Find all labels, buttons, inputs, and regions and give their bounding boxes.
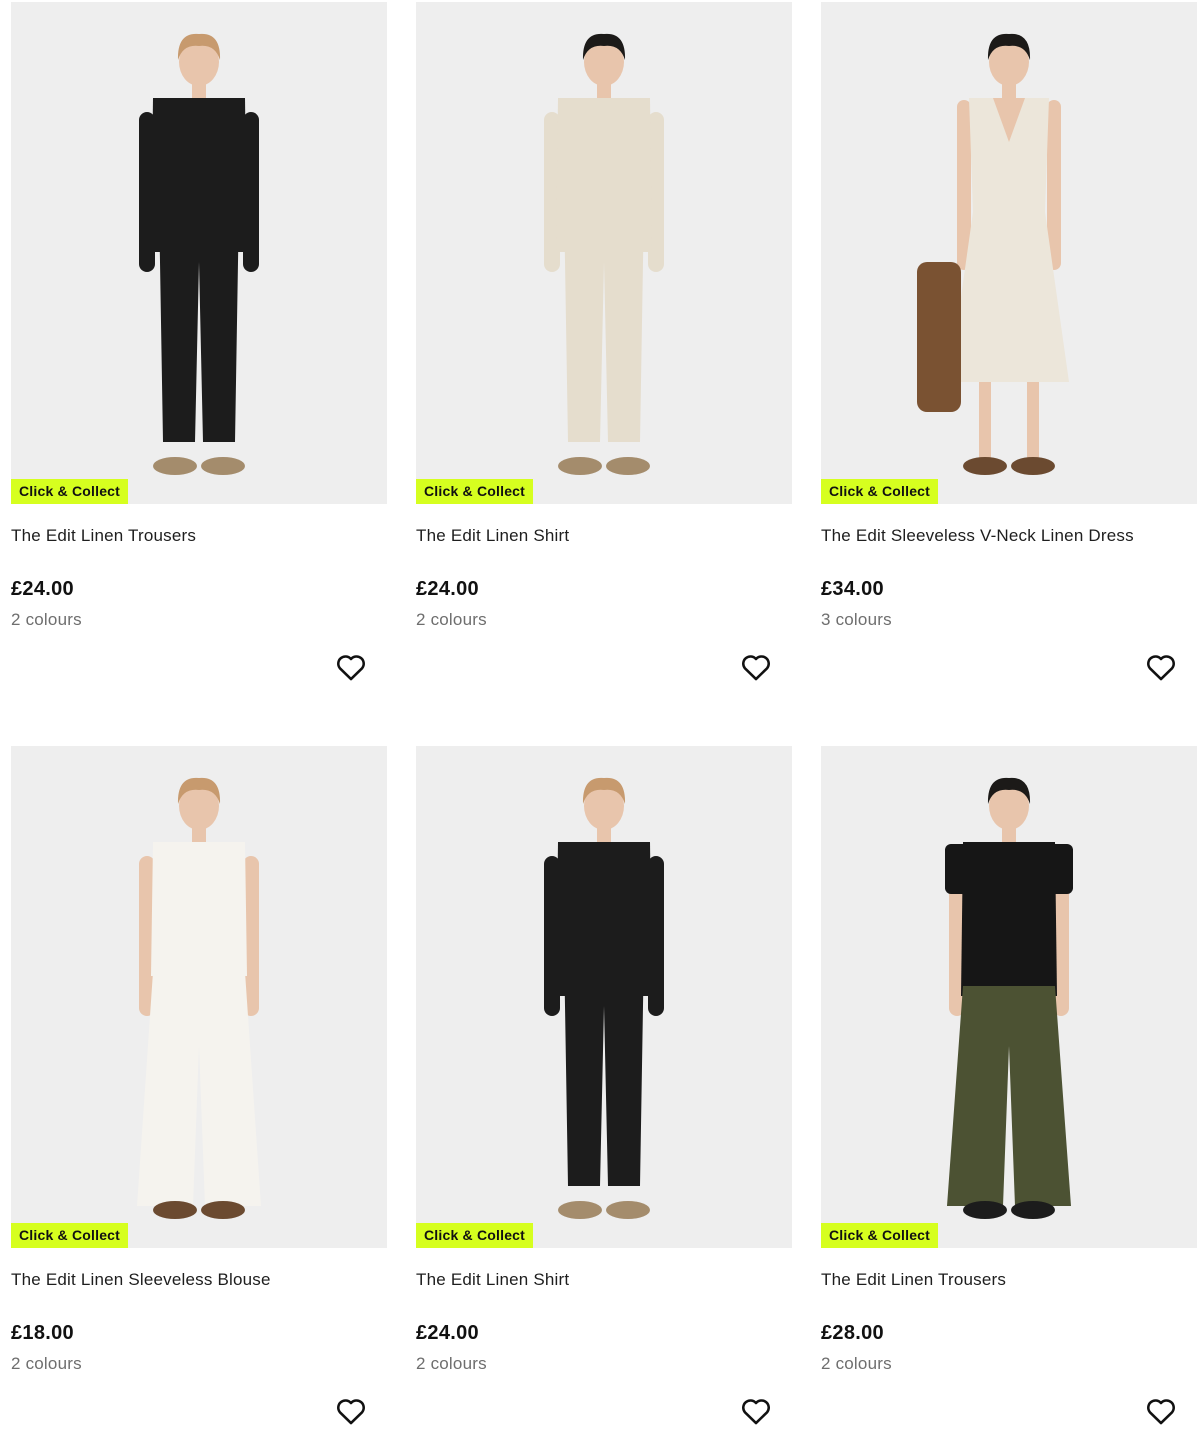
model-neck <box>1002 84 1016 98</box>
model-shoe <box>1011 457 1055 475</box>
colour-count: 2 colours <box>821 1354 892 1373</box>
model-trousers <box>159 202 239 442</box>
wishlist-button[interactable] <box>1144 1394 1178 1428</box>
model-shoe <box>963 457 1007 475</box>
product-name[interactable]: The Edit Sleeveless V-Neck Linen Dress <box>821 526 1134 546</box>
product-card[interactable]: Click & Collect The Edit Linen Shirt £24.0… <box>416 2 792 702</box>
wishlist-button[interactable] <box>739 1394 773 1428</box>
product-name[interactable]: The Edit Linen Trousers <box>11 526 196 546</box>
model-bag <box>917 262 961 412</box>
model-leg <box>979 382 991 462</box>
model-top <box>961 842 1057 996</box>
heart-outline-icon <box>1147 655 1175 681</box>
model-top <box>151 842 247 976</box>
wishlist-button[interactable] <box>1144 650 1178 684</box>
product-price: £18.00 <box>11 1322 74 1344</box>
product-card[interactable]: Click & Collect The Edit Linen Trousers £2… <box>821 746 1197 1446</box>
model-leg <box>1027 382 1039 462</box>
product-image[interactable] <box>11 746 387 1248</box>
model-shoe <box>201 457 245 475</box>
click-collect-badge: Click & Collect <box>821 479 939 504</box>
heart-outline-icon <box>742 1399 770 1425</box>
wishlist-button[interactable] <box>739 650 773 684</box>
product-price: £28.00 <box>821 1322 884 1344</box>
click-collect-badge: Click & Collect <box>11 1223 129 1248</box>
model-shoe <box>558 457 602 475</box>
product-card[interactable]: Click & Collect The Edit Linen Trousers £2… <box>11 2 387 702</box>
model-neck <box>597 828 611 842</box>
click-collect-badge: Click & Collect <box>11 479 129 504</box>
product-price: £24.00 <box>11 578 74 600</box>
product-card[interactable]: Click & Collect The Edit Linen Shirt £24.0… <box>416 746 792 1446</box>
model-neck <box>192 828 206 842</box>
product-name[interactable]: The Edit Linen Sleeveless Blouse <box>11 1270 271 1290</box>
product-price: £24.00 <box>416 1322 479 1344</box>
heart-outline-icon <box>337 1399 365 1425</box>
product-name[interactable]: The Edit Linen Shirt <box>416 1270 569 1290</box>
colour-count: 2 colours <box>416 1354 487 1373</box>
model-trousers <box>564 946 644 1186</box>
product-image[interactable] <box>11 2 387 504</box>
model-shoe <box>963 1201 1007 1219</box>
heart-outline-icon <box>742 655 770 681</box>
product-card[interactable]: Click & Collect The Edit Sleeveless V-Nec… <box>821 2 1197 702</box>
model-shoe <box>606 1201 650 1219</box>
product-image[interactable] <box>821 746 1197 1248</box>
wishlist-button[interactable] <box>334 1394 368 1428</box>
model-trousers <box>137 972 261 1206</box>
colour-count: 2 colours <box>11 1354 82 1373</box>
model-neck <box>1002 828 1016 842</box>
click-collect-badge: Click & Collect <box>416 479 534 504</box>
model-shoe <box>1011 1201 1055 1219</box>
product-image[interactable] <box>821 2 1197 504</box>
product-name[interactable]: The Edit Linen Shirt <box>416 526 569 546</box>
product-name[interactable]: The Edit Linen Trousers <box>821 1270 1006 1290</box>
model-shoe <box>606 457 650 475</box>
heart-outline-icon <box>337 655 365 681</box>
colour-count: 2 colours <box>416 610 487 629</box>
model-shoe <box>558 1201 602 1219</box>
model-shoe <box>201 1201 245 1219</box>
product-price: £24.00 <box>416 578 479 600</box>
product-price: £34.00 <box>821 578 884 600</box>
click-collect-badge: Click & Collect <box>416 1223 534 1248</box>
model-trousers <box>564 202 644 442</box>
wishlist-button[interactable] <box>334 650 368 684</box>
product-image[interactable] <box>416 746 792 1248</box>
model-neck <box>192 84 206 98</box>
heart-outline-icon <box>1147 1399 1175 1425</box>
colour-count: 2 colours <box>11 610 82 629</box>
model-neck <box>597 84 611 98</box>
click-collect-badge: Click & Collect <box>821 1223 939 1248</box>
model-shoe <box>153 1201 197 1219</box>
product-image[interactable] <box>416 2 792 504</box>
model-shoe <box>153 457 197 475</box>
colour-count: 3 colours <box>821 610 892 629</box>
model-trousers <box>947 986 1071 1206</box>
product-card[interactable]: Click & Collect The Edit Linen Sleeveless… <box>11 746 387 1446</box>
